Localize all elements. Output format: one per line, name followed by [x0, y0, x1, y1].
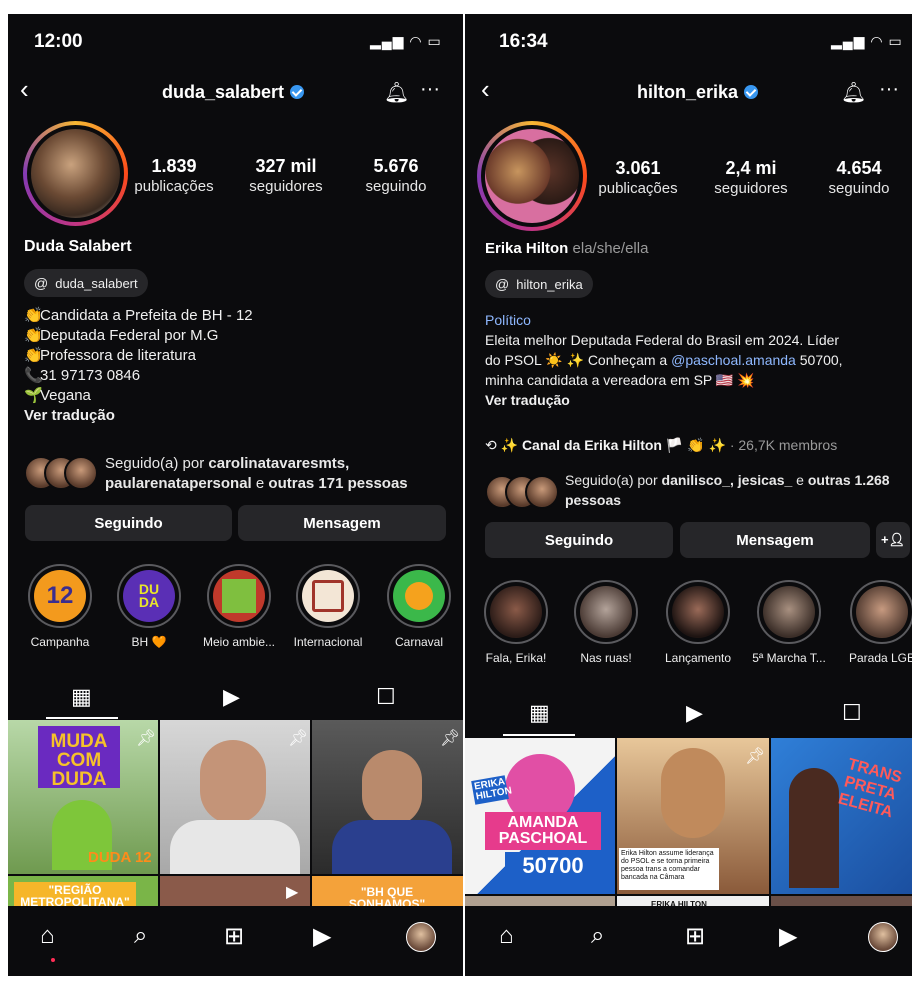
home-icon[interactable]: ⌂: [499, 922, 514, 950]
highlight-carnaval[interactable]: Carnaval: [382, 564, 456, 649]
system-status-icons: ▂▄▆ ◠ ▭: [831, 33, 903, 49]
highlight-marcha[interactable]: 5ª Marcha T...: [752, 580, 826, 665]
post-tile[interactable]: 📌︎: [160, 720, 310, 874]
highlight-fala-erika[interactable]: Fala, Erika!: [479, 580, 553, 665]
post-tile[interactable]: Erika Hilton assume liderança do PSOL e …: [617, 738, 769, 894]
post-tile[interactable]: ERIKA HILTON AMANDA PASCHOAL 50700: [465, 738, 615, 894]
stat-following[interactable]: 4.654 seguindo: [809, 158, 909, 197]
back-icon[interactable]: ‹: [481, 74, 490, 105]
search-icon[interactable]: ⌕: [134, 922, 147, 950]
mutual-followers-avatars: [24, 456, 104, 490]
reels-icon[interactable]: ▶︎: [313, 922, 331, 951]
profile-display-name: Duda Salabert: [24, 238, 132, 255]
post-tile[interactable]: TRANS PRETA ELEITA: [771, 738, 912, 894]
followed-by-text[interactable]: Seguido(a) por carolinatavaresmts, paula…: [105, 454, 455, 494]
profile-username: hilton_erika: [637, 82, 759, 103]
search-icon[interactable]: ⌕: [591, 922, 604, 950]
bell-icon[interactable]: 🔔︎: [384, 80, 409, 105]
profile-screen-duda: 12:00 ▂▄▆ ◠ ▭ ‹ duda_salabert 🔔︎ ··· 1.8…: [8, 14, 463, 976]
notification-dot: [51, 958, 55, 962]
reels-icon[interactable]: ▶︎: [779, 922, 797, 951]
grid-tab-icon[interactable]: ▦: [529, 700, 550, 726]
bottom-navigation: ⌂ ⌕ ⊞ ▶︎: [465, 906, 912, 976]
message-button[interactable]: Mensagem: [238, 505, 446, 541]
profile-username: duda_salabert: [162, 82, 305, 103]
home-icon[interactable]: ⌂: [40, 922, 55, 950]
stat-posts[interactable]: 1.839 publicações: [124, 156, 224, 195]
create-icon[interactable]: ⊞: [685, 922, 705, 951]
post-tile[interactable]: MUDA COM DUDA DUDA 12 📌︎: [8, 720, 158, 874]
reels-tab-icon[interactable]: ▶︎: [223, 684, 240, 710]
see-translation-link[interactable]: Ver tradução: [24, 406, 253, 426]
status-time: 16:34: [499, 31, 548, 52]
threads-icon: @: [495, 276, 510, 292]
more-options-icon[interactable]: ···: [420, 78, 440, 101]
following-button[interactable]: Seguindo: [485, 522, 673, 558]
channel-icon: ⟲: [485, 437, 501, 453]
mention-link[interactable]: @paschoal.amanda: [671, 352, 796, 368]
profile-screen-erika: 16:34 ▂▄▆ ◠ ▭ ‹ hilton_erika 🔔︎ ··· 3.06…: [465, 14, 912, 976]
stat-followers[interactable]: 2,4 mi seguidores: [701, 158, 801, 197]
profile-avatar[interactable]: [23, 121, 128, 226]
highlight-campanha[interactable]: 12 Campanha: [23, 564, 97, 649]
tagged-tab-icon[interactable]: ☐: [376, 684, 396, 710]
mutual-followers-avatars: [485, 475, 565, 509]
highlight-lancamento[interactable]: Lançamento: [661, 580, 735, 665]
pin-icon: 📌︎: [440, 730, 461, 747]
profile-nav-avatar[interactable]: [406, 922, 436, 952]
pin-icon: 📌︎: [745, 748, 766, 765]
pronouns: ela/she/ella: [572, 240, 649, 257]
tagged-tab-icon[interactable]: ☐: [842, 700, 862, 726]
stat-followers[interactable]: 327 mil seguidores: [236, 156, 336, 195]
threads-icon: @: [34, 275, 49, 291]
highlight-parada[interactable]: Parada LGB: [845, 580, 912, 665]
active-tab-indicator: [46, 717, 118, 719]
profile-bio: Político Eleita melhor Deputada Federal …: [485, 310, 910, 410]
bottom-navigation: ⌂ ⌕ ⊞ ▶︎: [8, 906, 463, 976]
active-tab-indicator: [503, 734, 575, 736]
back-icon[interactable]: ‹: [20, 74, 29, 105]
reels-tab-icon[interactable]: ▶︎: [686, 700, 703, 726]
profile-category: Político: [485, 312, 531, 328]
verified-badge-icon: [290, 85, 305, 100]
profile-display-name: Erika Hilton ela/she/ella: [485, 240, 649, 257]
status-time: 12:00: [34, 31, 83, 52]
highlight-internacional[interactable]: Internacional: [291, 564, 365, 649]
pin-icon: 📌︎: [136, 730, 157, 747]
profile-avatar[interactable]: [477, 121, 587, 231]
stat-following[interactable]: 5.676 seguindo: [346, 156, 446, 195]
highlight-meio-ambiente[interactable]: Meio ambie...: [202, 564, 276, 649]
create-icon[interactable]: ⊞: [224, 922, 244, 951]
pin-icon: 📌︎: [288, 730, 309, 747]
more-options-icon[interactable]: ···: [879, 78, 899, 101]
profile-nav-avatar[interactable]: [868, 922, 898, 952]
suggest-users-icon[interactable]: +👤︎: [876, 522, 910, 558]
broadcast-channel[interactable]: ⟲ ✨ Canal da Erika Hilton 🏳️ 👏 ✨ · 26,7K…: [485, 437, 837, 454]
message-button[interactable]: Mensagem: [680, 522, 870, 558]
highlight-nas-ruas[interactable]: Nas ruas!: [569, 580, 643, 665]
verified-badge-icon: [744, 85, 759, 100]
post-tile[interactable]: 📌︎: [312, 720, 463, 874]
threads-badge[interactable]: @ duda_salabert: [24, 269, 148, 297]
reel-icon: ▶︎: [286, 884, 299, 901]
system-status-icons: ▂▄▆ ◠ ▭: [370, 33, 442, 49]
see-translation-link[interactable]: Ver tradução: [485, 390, 910, 410]
highlight-bh[interactable]: DU DA BH 🧡: [112, 564, 186, 649]
followed-by-text[interactable]: Seguido(a) por danilisco_, jesicas_ e ou…: [565, 470, 905, 510]
grid-tab-icon[interactable]: ▦: [71, 684, 92, 710]
stat-posts[interactable]: 3.061 publicações: [588, 158, 688, 197]
bell-icon[interactable]: 🔔︎: [841, 80, 866, 105]
profile-bio: 👏Candidata a Prefeita de BH - 12 👏Deputa…: [24, 307, 253, 426]
threads-badge[interactable]: @ hilton_erika: [485, 270, 593, 298]
following-button[interactable]: Seguindo: [25, 505, 232, 541]
